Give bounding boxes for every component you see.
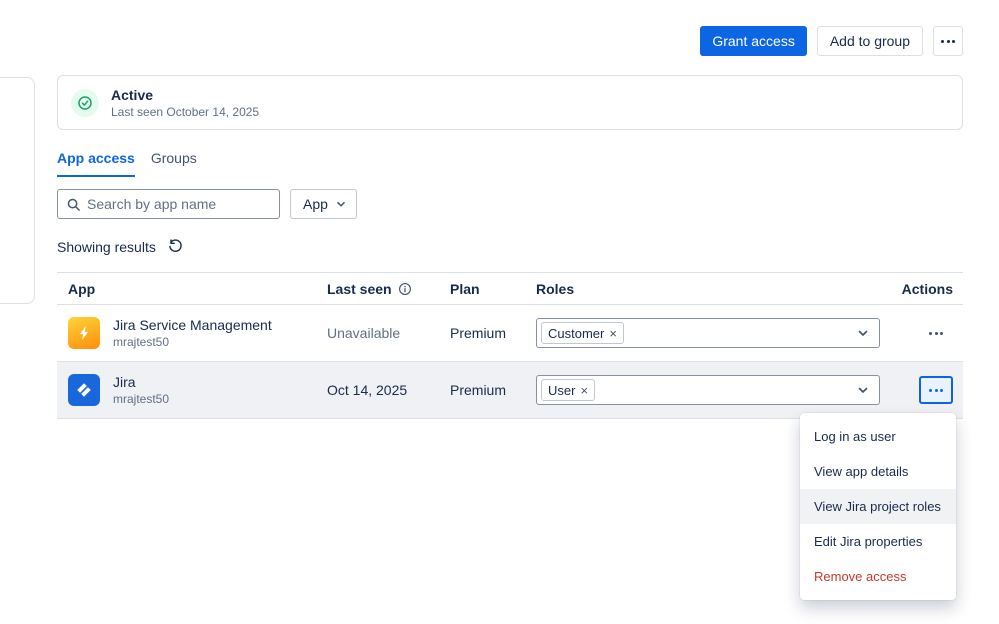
- info-icon[interactable]: [398, 282, 412, 296]
- search-box[interactable]: [57, 189, 280, 219]
- app-name[interactable]: Jira: [113, 374, 169, 390]
- table-header-roles: Roles: [536, 280, 575, 297]
- menu-item-view-app-details[interactable]: View app details: [800, 454, 956, 489]
- chevron-down-icon: [334, 197, 348, 211]
- search-icon: [66, 197, 81, 212]
- row-actions-button[interactable]: [919, 319, 953, 347]
- roles-select[interactable]: User ×: [536, 375, 880, 405]
- roles-cell: User ×: [536, 375, 880, 405]
- row-actions-context-menu: Log in as user View app details View Jir…: [800, 413, 956, 600]
- app-filter-label: App: [303, 196, 328, 212]
- more-actions-button[interactable]: [933, 26, 963, 56]
- role-tag: User ×: [541, 379, 596, 401]
- app-text: Jira mrajtest50: [113, 374, 169, 406]
- row-actions-dots-icon: [929, 331, 943, 335]
- role-tag-label: User: [548, 382, 576, 398]
- status-subtitle: Last seen October 14, 2025: [111, 104, 260, 119]
- roles-cell: Customer ×: [536, 318, 880, 348]
- toolbar: Grant access Add to group: [700, 26, 963, 56]
- status-text: Active Last seen October 14, 2025: [111, 87, 259, 119]
- check-circle-icon: [71, 88, 99, 117]
- jira-icon: [68, 374, 100, 406]
- table-header-plan: Plan: [450, 280, 480, 297]
- row-actions-dots-icon: [929, 388, 943, 392]
- status-card: Active Last seen October 14, 2025: [57, 75, 963, 130]
- remove-tag-icon[interactable]: ×: [580, 384, 588, 397]
- plan-cell: Premium: [450, 325, 507, 341]
- last-seen-header-label: Last seen: [327, 280, 392, 297]
- apps-table: App Last seen Plan Roles Actions Jira Se…: [57, 272, 963, 419]
- status-title: Active: [111, 86, 154, 103]
- app-filter-dropdown[interactable]: App: [290, 189, 357, 219]
- showing-results-label: Showing results: [57, 238, 156, 255]
- app-name[interactable]: Jira Service Management: [113, 317, 272, 333]
- remove-tag-icon[interactable]: ×: [609, 327, 617, 340]
- table-header-app: App: [68, 280, 96, 297]
- table-header-last-seen: Last seen: [327, 281, 450, 297]
- chevron-down-icon: [855, 325, 871, 341]
- row-actions-button-open[interactable]: [919, 376, 953, 404]
- chevron-down-icon: [855, 382, 871, 398]
- showing-results-row: Showing results: [57, 237, 185, 256]
- more-dots-icon: [941, 39, 955, 43]
- app-subtitle: mrajtest50: [113, 392, 170, 406]
- actions-cell: [880, 376, 963, 404]
- menu-item-remove-access[interactable]: Remove access: [800, 559, 956, 594]
- table-row-jsm: Jira Service Management mrajtest50 Unava…: [57, 305, 963, 362]
- table-row-jira: Jira mrajtest50 Oct 14, 2025 Premium Use…: [57, 362, 963, 419]
- menu-item-log-in-as-user[interactable]: Log in as user: [800, 419, 956, 454]
- app-text: Jira Service Management mrajtest50: [113, 317, 272, 349]
- app-subtitle: mrajtest50: [113, 335, 170, 349]
- app-cell: Jira mrajtest50: [57, 374, 327, 406]
- left-panel-edge: [0, 77, 35, 304]
- grant-access-button[interactable]: Grant access: [700, 26, 807, 56]
- role-tag: Customer ×: [541, 322, 624, 344]
- tab-groups[interactable]: Groups: [151, 150, 197, 177]
- tab-app-access[interactable]: App access: [57, 150, 135, 177]
- role-tag-label: Customer: [548, 325, 605, 341]
- add-to-group-button[interactable]: Add to group: [816, 26, 923, 56]
- last-seen-cell: Oct 14, 2025: [327, 382, 408, 398]
- jira-service-management-icon: [68, 317, 100, 349]
- table-header-actions: Actions: [901, 280, 953, 297]
- filter-row: App: [57, 189, 357, 219]
- table-header-row: App Last seen Plan Roles Actions: [57, 272, 963, 305]
- last-seen-cell: Unavailable: [327, 325, 401, 341]
- search-input[interactable]: [87, 196, 271, 212]
- app-cell: Jira Service Management mrajtest50: [57, 317, 327, 349]
- refresh-icon[interactable]: [166, 237, 185, 256]
- menu-item-edit-jira-properties[interactable]: Edit Jira properties: [800, 524, 956, 559]
- roles-select[interactable]: Customer ×: [536, 318, 880, 348]
- menu-item-view-jira-project-roles[interactable]: View Jira project roles: [800, 489, 956, 524]
- user-access-page: Grant access Add to group Active Last se…: [0, 0, 999, 624]
- actions-cell: [880, 319, 963, 347]
- plan-cell: Premium: [450, 382, 507, 398]
- tabs: App access Groups: [57, 150, 197, 177]
